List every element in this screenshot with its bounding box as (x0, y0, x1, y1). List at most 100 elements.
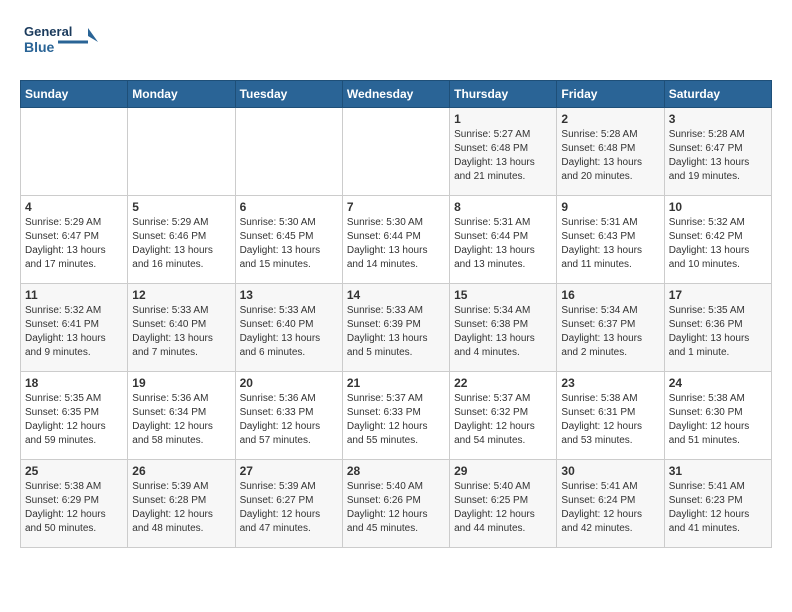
calendar-cell: 28 Sunrise: 5:40 AM Sunset: 6:26 PM Dayli… (342, 460, 449, 548)
day-number: 8 (454, 200, 552, 214)
day-info: Sunrise: 5:29 AM Sunset: 6:46 PM Dayligh… (132, 216, 230, 272)
day-info: Sunrise: 5:39 AM Sunset: 6:28 PM Dayligh… (132, 480, 230, 536)
day-info: Sunrise: 5:35 AM Sunset: 6:35 PM Dayligh… (25, 392, 123, 448)
day-header: Thursday (450, 81, 557, 108)
day-info: Sunrise: 5:34 AM Sunset: 6:37 PM Dayligh… (561, 304, 659, 360)
day-number: 13 (240, 288, 338, 302)
day-info: Sunrise: 5:30 AM Sunset: 6:45 PM Dayligh… (240, 216, 338, 272)
day-info: Sunrise: 5:41 AM Sunset: 6:23 PM Dayligh… (669, 480, 767, 536)
svg-text:Blue: Blue (24, 39, 55, 55)
day-number: 21 (347, 376, 445, 390)
calendar-cell: 29 Sunrise: 5:40 AM Sunset: 6:25 PM Dayli… (450, 460, 557, 548)
calendar-cell: 19 Sunrise: 5:36 AM Sunset: 6:34 PM Dayli… (128, 372, 235, 460)
day-number: 14 (347, 288, 445, 302)
day-number: 5 (132, 200, 230, 214)
logo: General Blue (20, 20, 100, 70)
calendar-cell (342, 108, 449, 196)
calendar-table: SundayMondayTuesdayWednesdayThursdayFrid… (20, 80, 772, 548)
day-number: 17 (669, 288, 767, 302)
calendar-cell: 17 Sunrise: 5:35 AM Sunset: 6:36 PM Dayli… (664, 284, 771, 372)
calendar-cell: 31 Sunrise: 5:41 AM Sunset: 6:23 PM Dayli… (664, 460, 771, 548)
calendar-cell (21, 108, 128, 196)
day-header: Monday (128, 81, 235, 108)
day-info: Sunrise: 5:36 AM Sunset: 6:33 PM Dayligh… (240, 392, 338, 448)
day-number: 1 (454, 112, 552, 126)
calendar-cell: 4 Sunrise: 5:29 AM Sunset: 6:47 PM Daylig… (21, 196, 128, 284)
calendar-cell: 5 Sunrise: 5:29 AM Sunset: 6:46 PM Daylig… (128, 196, 235, 284)
calendar-cell: 13 Sunrise: 5:33 AM Sunset: 6:40 PM Dayli… (235, 284, 342, 372)
day-number: 23 (561, 376, 659, 390)
day-number: 25 (25, 464, 123, 478)
calendar-cell: 8Sunrise: 5:31 AM Sunset: 6:44 PM Daylig… (450, 196, 557, 284)
calendar-cell: 26 Sunrise: 5:39 AM Sunset: 6:28 PM Dayli… (128, 460, 235, 548)
day-number: 31 (669, 464, 767, 478)
day-info: Sunrise: 5:30 AM Sunset: 6:44 PM Dayligh… (347, 216, 445, 272)
day-number: 18 (25, 376, 123, 390)
calendar-cell: 20 Sunrise: 5:36 AM Sunset: 6:33 PM Dayli… (235, 372, 342, 460)
day-info: Sunrise: 5:33 AM Sunset: 6:40 PM Dayligh… (132, 304, 230, 360)
day-info: Sunrise: 5:40 AM Sunset: 6:26 PM Dayligh… (347, 480, 445, 536)
day-info: Sunrise: 5:31 AM Sunset: 6:43 PM Dayligh… (561, 216, 659, 272)
day-info: Sunrise: 5:28 AM Sunset: 6:48 PM Dayligh… (561, 128, 659, 184)
day-info: Sunrise: 5:37 AM Sunset: 6:32 PM Dayligh… (454, 392, 552, 448)
day-info: Sunrise: 5:36 AM Sunset: 6:34 PM Dayligh… (132, 392, 230, 448)
day-info: Sunrise: 5:40 AM Sunset: 6:25 PM Dayligh… (454, 480, 552, 536)
logo-svg: General Blue (20, 20, 100, 70)
day-info: Sunrise: 5:41 AM Sunset: 6:24 PM Dayligh… (561, 480, 659, 536)
day-number: 22 (454, 376, 552, 390)
day-number: 20 (240, 376, 338, 390)
day-info: Sunrise: 5:38 AM Sunset: 6:29 PM Dayligh… (25, 480, 123, 536)
calendar-cell: 10 Sunrise: 5:32 AM Sunset: 6:42 PM Dayli… (664, 196, 771, 284)
day-header: Wednesday (342, 81, 449, 108)
calendar-cell: 12 Sunrise: 5:33 AM Sunset: 6:40 PM Dayli… (128, 284, 235, 372)
day-header: Saturday (664, 81, 771, 108)
day-number: 6 (240, 200, 338, 214)
day-number: 10 (669, 200, 767, 214)
day-number: 16 (561, 288, 659, 302)
calendar-cell: 27 Sunrise: 5:39 AM Sunset: 6:27 PM Dayli… (235, 460, 342, 548)
day-number: 7 (347, 200, 445, 214)
calendar-cell: 6 Sunrise: 5:30 AM Sunset: 6:45 PM Daylig… (235, 196, 342, 284)
day-info: Sunrise: 5:35 AM Sunset: 6:36 PM Dayligh… (669, 304, 767, 360)
calendar-cell: 25 Sunrise: 5:38 AM Sunset: 6:29 PM Dayli… (21, 460, 128, 548)
calendar-cell: 23Sunrise: 5:38 AM Sunset: 6:31 PM Dayli… (557, 372, 664, 460)
day-number: 26 (132, 464, 230, 478)
day-number: 12 (132, 288, 230, 302)
calendar-cell: 30Sunrise: 5:41 AM Sunset: 6:24 PM Dayli… (557, 460, 664, 548)
day-info: Sunrise: 5:39 AM Sunset: 6:27 PM Dayligh… (240, 480, 338, 536)
svg-text:General: General (24, 24, 72, 39)
day-info: Sunrise: 5:38 AM Sunset: 6:30 PM Dayligh… (669, 392, 767, 448)
calendar-cell: 15 Sunrise: 5:34 AM Sunset: 6:38 PM Dayli… (450, 284, 557, 372)
day-info: Sunrise: 5:33 AM Sunset: 6:40 PM Dayligh… (240, 304, 338, 360)
day-number: 28 (347, 464, 445, 478)
day-info: Sunrise: 5:33 AM Sunset: 6:39 PM Dayligh… (347, 304, 445, 360)
calendar-cell: 2Sunrise: 5:28 AM Sunset: 6:48 PM Daylig… (557, 108, 664, 196)
calendar-cell: 3Sunrise: 5:28 AM Sunset: 6:47 PM Daylig… (664, 108, 771, 196)
day-number: 15 (454, 288, 552, 302)
day-number: 4 (25, 200, 123, 214)
calendar-cell: 11 Sunrise: 5:32 AM Sunset: 6:41 PM Dayli… (21, 284, 128, 372)
day-number: 27 (240, 464, 338, 478)
day-header: Sunday (21, 81, 128, 108)
calendar-cell: 16 Sunrise: 5:34 AM Sunset: 6:37 PM Dayli… (557, 284, 664, 372)
calendar-cell: 24Sunrise: 5:38 AM Sunset: 6:30 PM Dayli… (664, 372, 771, 460)
day-info: Sunrise: 5:29 AM Sunset: 6:47 PM Dayligh… (25, 216, 123, 272)
calendar-cell (235, 108, 342, 196)
calendar-cell: 22 Sunrise: 5:37 AM Sunset: 6:32 PM Dayli… (450, 372, 557, 460)
day-number: 9 (561, 200, 659, 214)
day-info: Sunrise: 5:27 AM Sunset: 6:48 PM Dayligh… (454, 128, 552, 184)
page-header: General Blue (20, 20, 772, 70)
day-info: Sunrise: 5:32 AM Sunset: 6:42 PM Dayligh… (669, 216, 767, 272)
day-number: 29 (454, 464, 552, 478)
day-info: Sunrise: 5:34 AM Sunset: 6:38 PM Dayligh… (454, 304, 552, 360)
calendar-cell: 21 Sunrise: 5:37 AM Sunset: 6:33 PM Dayli… (342, 372, 449, 460)
day-number: 19 (132, 376, 230, 390)
day-header: Tuesday (235, 81, 342, 108)
day-number: 3 (669, 112, 767, 126)
day-number: 11 (25, 288, 123, 302)
calendar-cell: 1 Sunrise: 5:27 AM Sunset: 6:48 PM Daylig… (450, 108, 557, 196)
day-header: Friday (557, 81, 664, 108)
day-info: Sunrise: 5:37 AM Sunset: 6:33 PM Dayligh… (347, 392, 445, 448)
calendar-cell: 9 Sunrise: 5:31 AM Sunset: 6:43 PM Daylig… (557, 196, 664, 284)
day-info: Sunrise: 5:32 AM Sunset: 6:41 PM Dayligh… (25, 304, 123, 360)
